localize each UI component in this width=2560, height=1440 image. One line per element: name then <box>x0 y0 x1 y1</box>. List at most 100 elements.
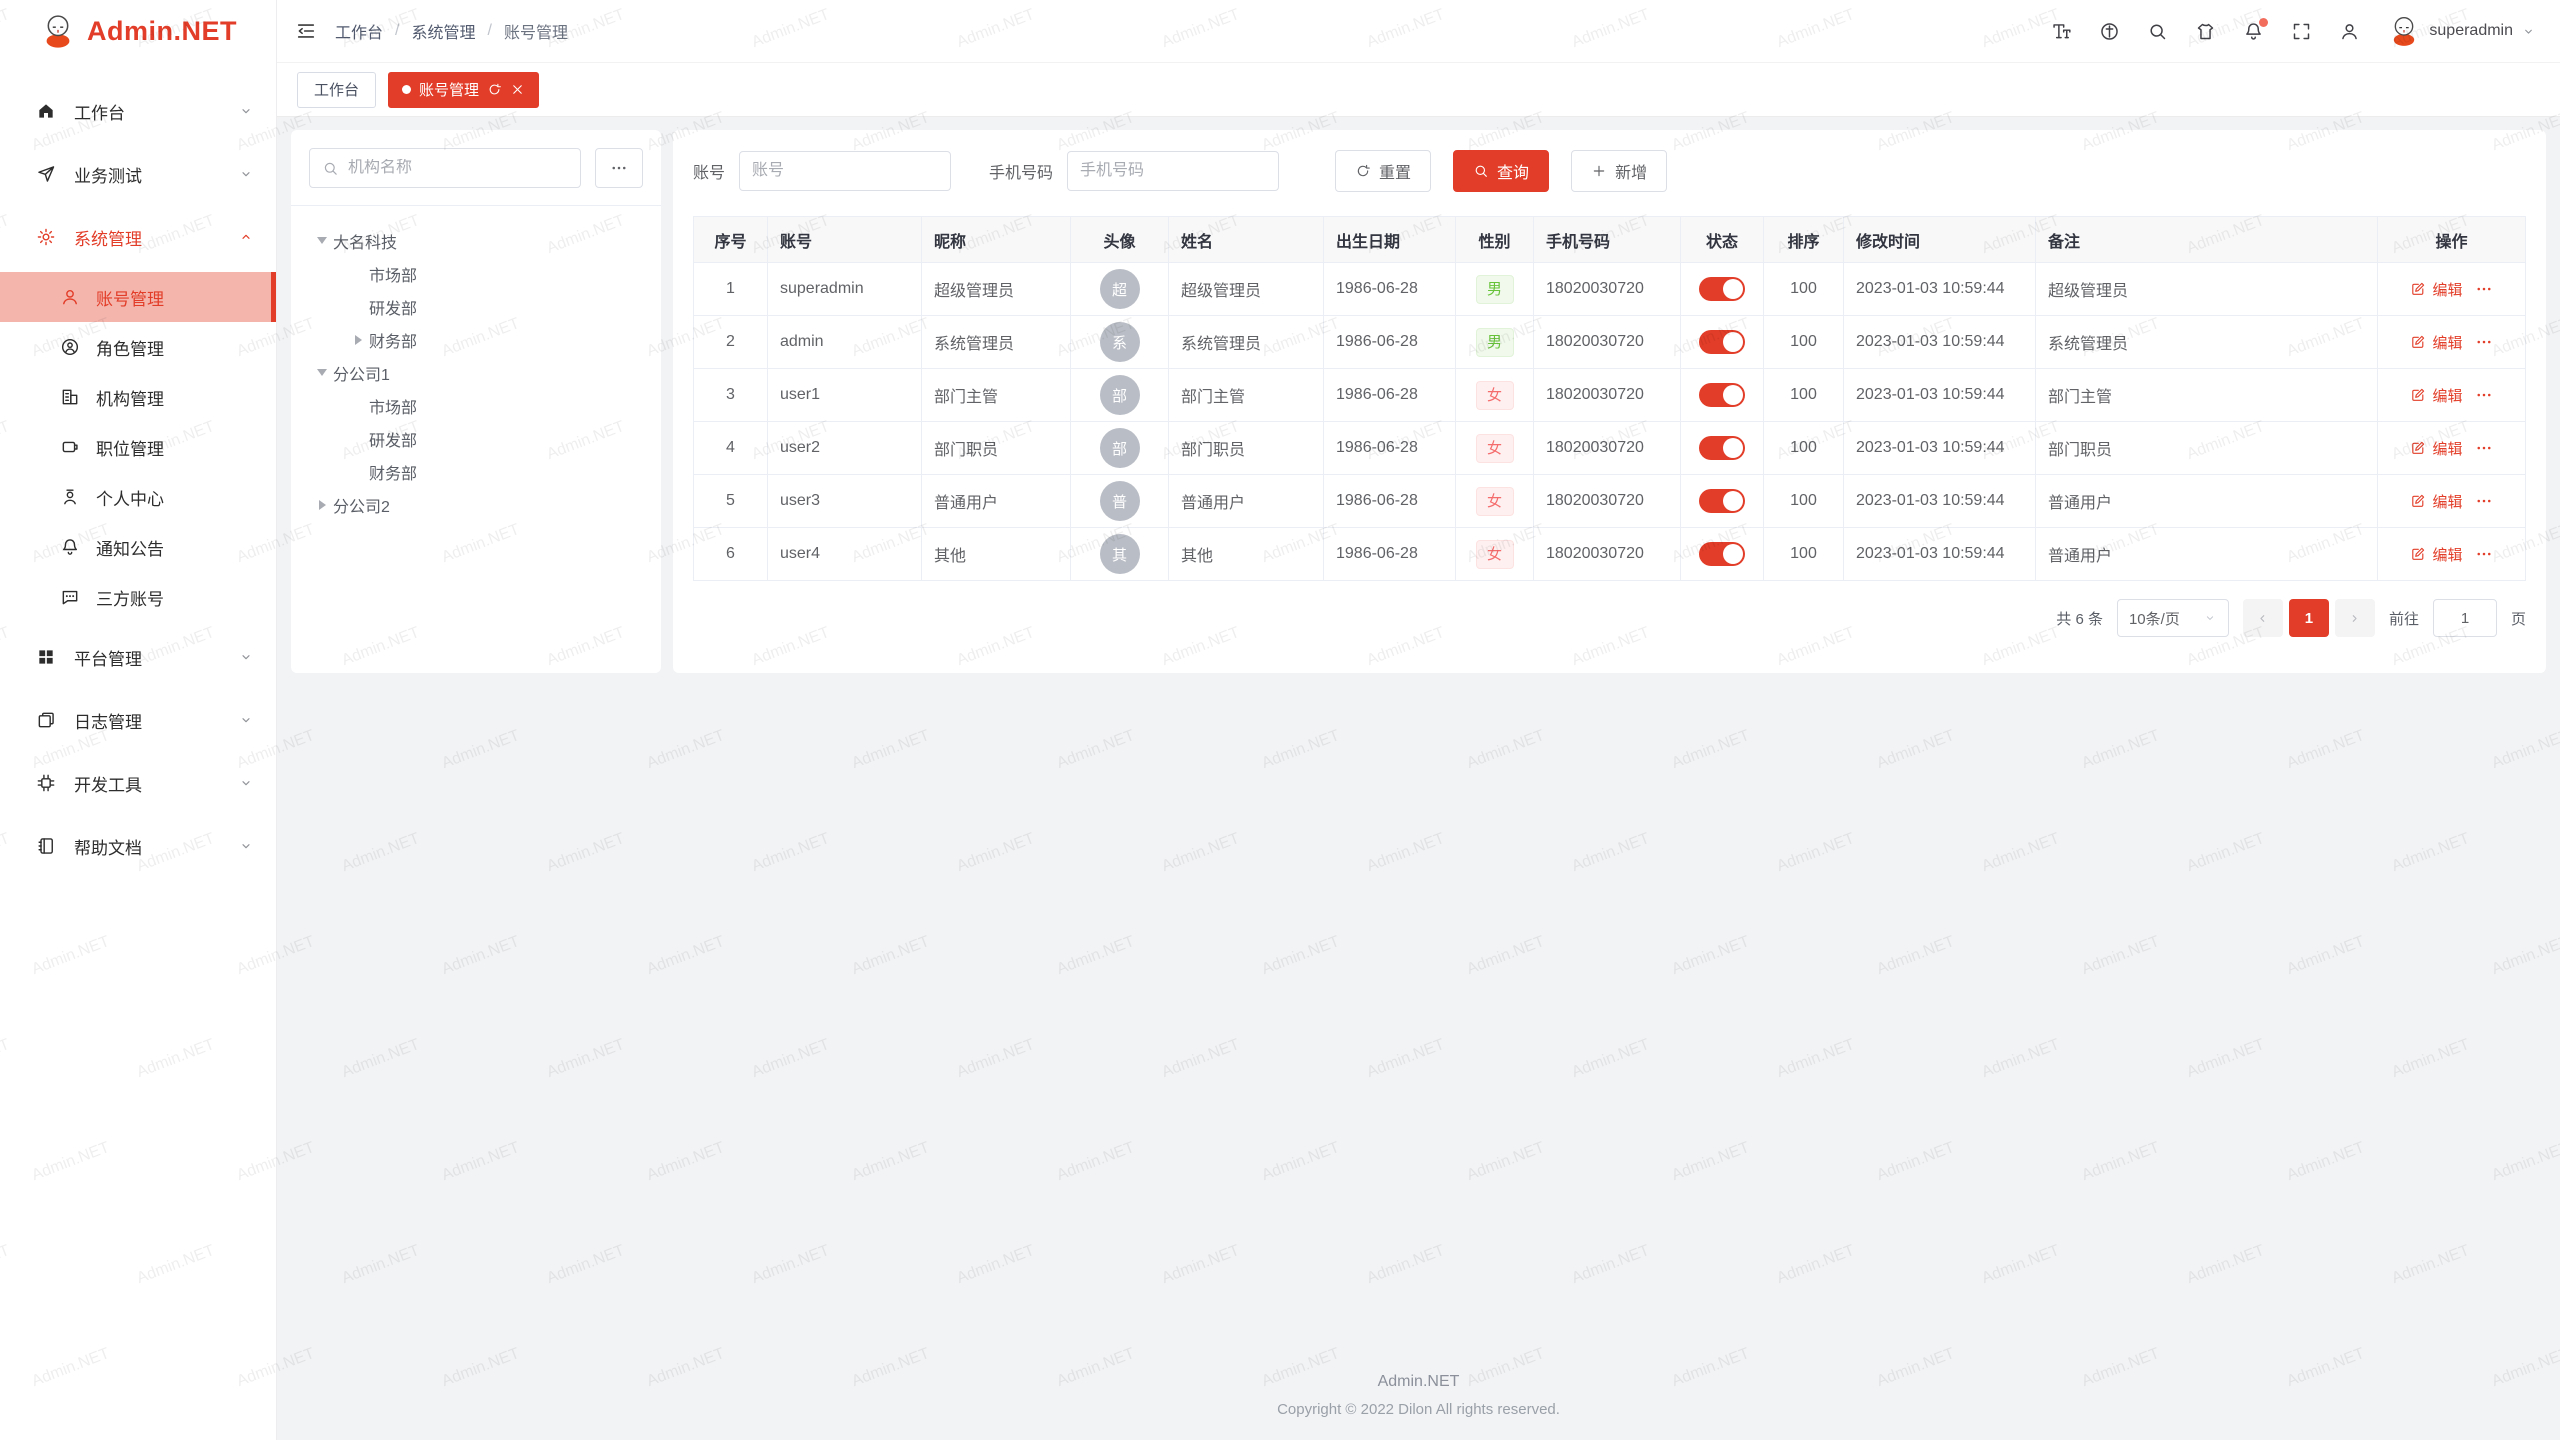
org-tree-panel: 大名科技 市场部 研发部 财务部 分公司1 市场部 研发部 财务部 分公司2 <box>291 130 661 673</box>
account-filter-input[interactable] <box>739 151 951 191</box>
more-actions-button[interactable] <box>2475 545 2493 563</box>
status-toggle[interactable] <box>1699 542 1745 566</box>
more-actions-button[interactable] <box>2475 280 2493 298</box>
sidebar-subitem-third-party-account[interactable]: 三方账号 <box>0 572 276 622</box>
role-icon <box>60 337 80 357</box>
breadcrumb-item[interactable]: 系统管理 <box>411 19 475 43</box>
person-icon[interactable] <box>2339 21 2360 42</box>
sidebar-subitem-notice[interactable]: 通知公告 <box>0 522 276 572</box>
theme-shirt-icon[interactable] <box>2195 21 2216 42</box>
status-toggle[interactable] <box>1699 330 1745 354</box>
edit-icon <box>2410 334 2426 350</box>
edit-button[interactable]: 编辑 <box>2410 544 2462 565</box>
chevron-down-icon <box>2203 611 2217 625</box>
edit-button[interactable]: 编辑 <box>2410 385 2462 406</box>
sidebar-item-workbench[interactable]: 工作台 <box>0 83 276 139</box>
edit-button[interactable]: 编辑 <box>2410 438 2462 459</box>
page-unit-label: 页 <box>2511 608 2526 629</box>
sidebar-menu: 工作台 业务测试 系统管理 账号管理 角色管理 <box>0 62 276 874</box>
edit-button[interactable]: 编辑 <box>2410 491 2462 512</box>
org-search-box <box>309 148 581 188</box>
org-search-input[interactable] <box>348 159 568 177</box>
sidebar-item-dev-tools[interactable]: 开发工具 <box>0 755 276 811</box>
sidebar-subitem-account-management[interactable]: 账号管理 <box>0 272 276 322</box>
chevron-left-icon <box>2255 611 2270 626</box>
tab-account-management[interactable]: 账号管理 <box>388 72 539 108</box>
tree-node[interactable]: 分公司2 <box>299 488 653 521</box>
more-actions-button[interactable] <box>2475 492 2493 510</box>
caret-right-icon <box>347 335 369 345</box>
fullscreen-icon[interactable] <box>2291 21 2312 42</box>
caret-right-icon <box>311 500 333 510</box>
more-actions-button[interactable] <box>2475 439 2493 457</box>
header-actions: superadmin <box>2051 14 2536 48</box>
sidebar-item-help-docs[interactable]: 帮助文档 <box>0 818 276 874</box>
sidebar-item-platform-management[interactable]: 平台管理 <box>0 629 276 685</box>
pagination-total: 共 6 条 <box>2056 608 2103 629</box>
top-header: 工作台 / 系统管理 / 账号管理 superadmin <box>277 0 2560 62</box>
tree-node[interactable]: 市场部 <box>299 257 653 290</box>
account-filter-label: 账号 <box>693 159 725 183</box>
edit-button[interactable]: 编辑 <box>2410 279 2462 300</box>
phone-filter-input[interactable] <box>1067 151 1279 191</box>
sidebar-item-system-management[interactable]: 系统管理 <box>0 209 276 265</box>
query-button[interactable]: 查询 <box>1453 150 1549 192</box>
app-root: Admin.NET 工作台 业务测试 系统管理 账号管理 <box>0 0 2560 1440</box>
status-toggle[interactable] <box>1699 489 1745 513</box>
tree-node[interactable]: 研发部 <box>299 422 653 455</box>
accounts-table: 序号 账号 昵称 头像 姓名 出生日期 性别 手机号码 状态 排序 修改时间 备… <box>693 216 2526 581</box>
page-footer: Admin.NET Copyright © 2022 Dilon All rig… <box>277 1359 2560 1440</box>
app-logo[interactable]: Admin.NET <box>0 0 276 62</box>
more-actions-button[interactable] <box>2475 386 2493 404</box>
status-toggle[interactable] <box>1699 383 1745 407</box>
org-more-button[interactable] <box>595 148 643 188</box>
more-actions-button[interactable] <box>2475 333 2493 351</box>
caret-down-icon <box>311 369 333 376</box>
tree-node[interactable]: 财务部 <box>299 455 653 488</box>
status-toggle[interactable] <box>1699 277 1745 301</box>
sidebar-item-business-test[interactable]: 业务测试 <box>0 146 276 202</box>
language-icon[interactable] <box>2099 21 2120 42</box>
font-size-icon[interactable] <box>2051 21 2072 42</box>
goto-page-input[interactable] <box>2433 599 2497 637</box>
send-icon <box>36 164 56 184</box>
phone-filter-label: 手机号码 <box>989 159 1053 183</box>
user-menu[interactable]: superadmin <box>2387 14 2536 48</box>
sidebar-subitem-org-management[interactable]: 机构管理 <box>0 372 276 422</box>
tab-workbench[interactable]: 工作台 <box>297 72 376 108</box>
add-button[interactable]: 新增 <box>1571 150 1667 192</box>
edit-button[interactable]: 编辑 <box>2410 332 2462 353</box>
tree-node[interactable]: 市场部 <box>299 389 653 422</box>
tree-node[interactable]: 大名科技 <box>299 224 653 257</box>
reset-button[interactable]: 重置 <box>1335 150 1431 192</box>
gender-tag: 男 <box>1476 275 1514 304</box>
chevron-down-icon <box>238 103 254 119</box>
status-toggle[interactable] <box>1699 436 1745 460</box>
tree-node[interactable]: 分公司1 <box>299 356 653 389</box>
chevron-down-icon <box>238 712 254 728</box>
sidebar-subitem-role-management[interactable]: 角色管理 <box>0 322 276 372</box>
breadcrumb-item[interactable]: 工作台 <box>335 19 383 43</box>
refresh-icon <box>1355 163 1371 179</box>
search-icon[interactable] <box>2147 21 2168 42</box>
copy-doc-icon <box>36 710 56 730</box>
prev-page-button[interactable] <box>2243 599 2283 637</box>
next-page-button[interactable] <box>2335 599 2375 637</box>
edit-icon <box>2410 281 2426 297</box>
notification-bell-icon[interactable] <box>2243 21 2264 42</box>
avatar: 系 <box>1100 322 1140 362</box>
page-size-select[interactable]: 10条/页 <box>2117 599 2229 637</box>
refresh-icon[interactable] <box>487 82 502 97</box>
tree-node[interactable]: 研发部 <box>299 290 653 323</box>
sidebar-item-log-management[interactable]: 日志管理 <box>0 692 276 748</box>
sidebar-subitem-position-management[interactable]: 职位管理 <box>0 422 276 472</box>
chevron-down-icon <box>238 838 254 854</box>
close-icon[interactable] <box>510 82 525 97</box>
sidebar-subitem-personal-center[interactable]: 个人中心 <box>0 472 276 522</box>
collapse-sidebar-icon[interactable] <box>295 20 317 42</box>
tree-node[interactable]: 财务部 <box>299 323 653 356</box>
current-page-button[interactable]: 1 <box>2289 599 2329 637</box>
chat-icon <box>60 587 80 607</box>
footer-title: Admin.NET <box>277 1373 2560 1391</box>
breadcrumb-separator: / <box>487 22 491 40</box>
